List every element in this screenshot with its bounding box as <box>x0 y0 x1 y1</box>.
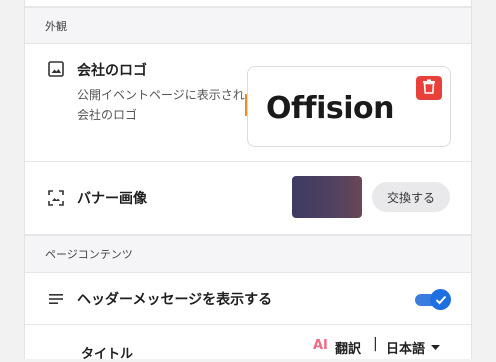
banner-image-thumbnail[interactable] <box>292 176 362 218</box>
logo-text: Offision <box>266 91 395 126</box>
delete-logo-button[interactable] <box>416 76 442 100</box>
check-icon <box>430 289 451 310</box>
company-logo-title: 会社のロゴ <box>77 63 147 79</box>
separator: | <box>373 336 378 352</box>
company-logo-preview[interactable]: Offision <box>247 66 451 147</box>
header-message-title: ヘッダーメッセージを表示する <box>77 292 273 308</box>
title-label: タイトル <box>81 347 134 362</box>
trash-icon <box>422 79 436 98</box>
image-icon <box>47 60 65 78</box>
header-message-row: ヘッダーメッセージを表示する <box>25 274 471 325</box>
translate-button[interactable]: 翻訳 <box>335 338 361 357</box>
text-lines-icon <box>47 290 65 308</box>
replace-banner-button[interactable]: 交換する <box>372 182 450 212</box>
section-header-page-contents: ページコンテンツ <box>25 235 471 273</box>
settings-panel: 外観 会社のロゴ 公開イベントページに表示される会社のロゴ Offision バ… <box>24 0 472 362</box>
language-select[interactable]: 日本語 <box>386 338 441 357</box>
section-header-appearance: 外観 <box>25 7 471 44</box>
section-title: 外観 <box>45 19 67 33</box>
language-value: 日本語 <box>386 342 426 357</box>
ai-translate-badge[interactable]: AI <box>313 338 328 353</box>
header-message-toggle[interactable] <box>415 289 451 311</box>
company-logo-description: 公開イベントページに表示される会社のロゴ <box>77 88 257 122</box>
banner-image-title: バナー画像 <box>77 191 147 207</box>
section-title: ページコンテンツ <box>45 248 133 261</box>
caret-down-icon <box>431 340 441 355</box>
image-crop-icon <box>47 189 65 207</box>
